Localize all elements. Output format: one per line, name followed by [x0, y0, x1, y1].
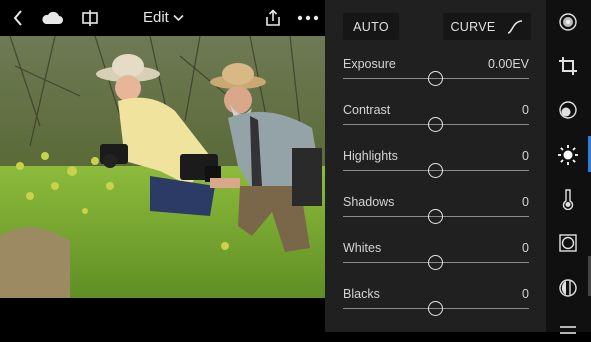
presets-icon[interactable]	[556, 10, 580, 34]
slider-label: Whites	[343, 241, 382, 255]
more-tools-icon[interactable]	[556, 318, 580, 342]
top-toolbar: Edit	[0, 0, 325, 36]
auto-button[interactable]: AUTO	[343, 13, 399, 40]
chevron-down-icon	[173, 14, 184, 21]
edit-mode-label: Edit	[143, 9, 169, 26]
slider-label: Shadows	[343, 195, 395, 209]
slider-thumb[interactable]	[428, 301, 443, 316]
tool-rail	[546, 0, 591, 334]
bottom-strip	[0, 298, 325, 332]
slider-value[interactable]: 0	[522, 241, 529, 255]
curve-icon	[507, 19, 522, 34]
slider-contrast: Contrast 0	[343, 103, 529, 149]
crop-icon[interactable]	[556, 54, 580, 78]
more-icon[interactable]	[296, 6, 320, 30]
light-icon[interactable]	[556, 143, 580, 167]
slider-label: Highlights	[343, 149, 398, 163]
vignette-icon[interactable]	[556, 231, 580, 255]
slider-whites: Whites 0	[343, 241, 529, 287]
light-adjustment-panel: AUTO CURVE Exposure 0.00EV Contrast 0 Hi…	[325, 0, 546, 332]
slider-highlights: Highlights 0	[343, 149, 529, 195]
color-temperature-icon[interactable]	[556, 187, 580, 211]
slider-value[interactable]: 0	[522, 149, 529, 163]
slider-value[interactable]: 0	[522, 195, 529, 209]
edit-mode-dropdown[interactable]: Edit	[143, 9, 184, 26]
slider-label: Exposure	[343, 57, 396, 71]
curve-button[interactable]: CURVE	[443, 13, 531, 40]
photo-canvas[interactable]	[0, 36, 325, 298]
slider-blacks: Blacks 0	[343, 287, 529, 333]
slider-value[interactable]: 0	[522, 287, 529, 301]
slider-value[interactable]: 0	[522, 103, 529, 117]
slider-thumb[interactable]	[428, 163, 443, 178]
slider-exposure: Exposure 0.00EV	[343, 57, 529, 103]
slider-label: Contrast	[343, 103, 391, 117]
curve-button-label: CURVE	[450, 19, 496, 34]
slider-thumb[interactable]	[428, 71, 443, 86]
slider-shadows: Shadows 0	[343, 195, 529, 241]
slider-label: Blacks	[343, 287, 380, 301]
slider-value[interactable]: 0.00EV	[488, 57, 529, 71]
detail-icon[interactable]	[556, 276, 580, 300]
compare-icon[interactable]	[79, 6, 101, 30]
back-chevron-icon[interactable]	[8, 6, 28, 30]
slider-thumb[interactable]	[428, 117, 443, 132]
share-icon[interactable]	[262, 6, 284, 30]
cloud-icon[interactable]	[40, 6, 64, 30]
selective-icon[interactable]	[556, 98, 580, 122]
slider-thumb[interactable]	[428, 209, 443, 224]
slider-thumb[interactable]	[428, 255, 443, 270]
